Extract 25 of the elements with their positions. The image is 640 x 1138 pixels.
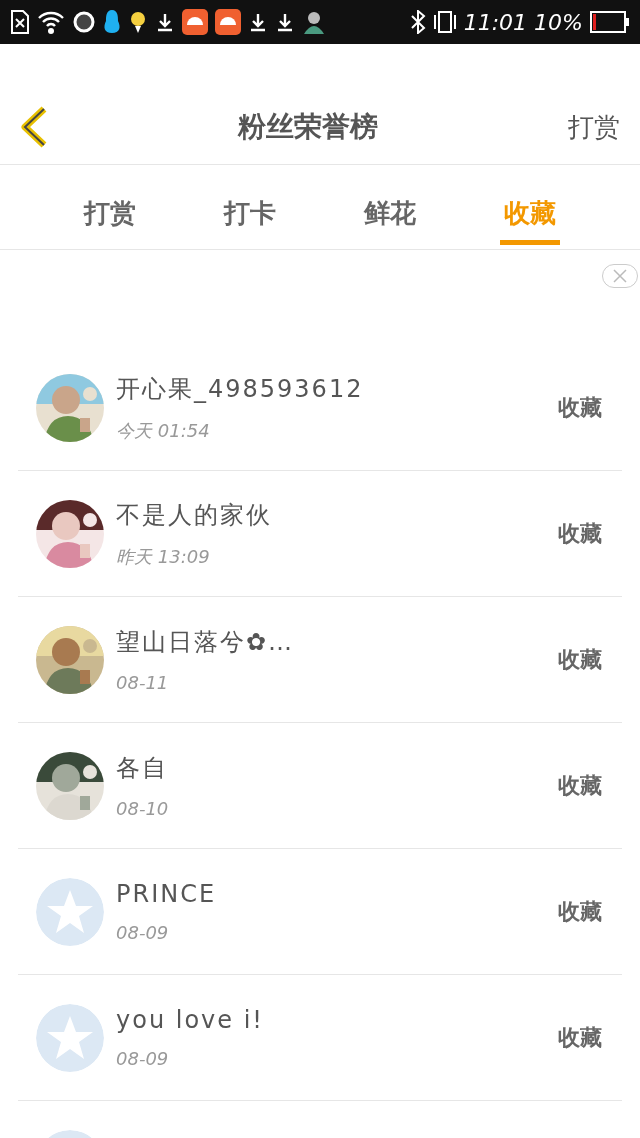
fan-time: 昨天 13:09 [116, 544, 211, 569]
reward-button[interactable]: 打赏 [568, 109, 620, 145]
fan-name: 开心果_498593612 [116, 373, 365, 405]
page-title: 粉丝荣誉榜 [236, 109, 379, 145]
fan-name: 不是人的家伙 [116, 499, 273, 531]
favorite-label[interactable]: 收藏 [558, 392, 602, 423]
fan-name: 各自 [116, 753, 169, 784]
fan-name: you love i! [116, 1006, 265, 1034]
tab[interactable]: 鲜花 [360, 165, 420, 245]
tab[interactable]: 打卡 [220, 165, 280, 245]
favorite-label[interactable]: 收藏 [558, 518, 602, 549]
favorite-label[interactable]: 收藏 [558, 770, 602, 801]
favorite-label[interactable]: 收藏 [558, 644, 602, 675]
fan-name: 望山日落兮✿… [116, 627, 296, 658]
favorite-label[interactable]: 收藏 [558, 1022, 602, 1053]
tab[interactable]: 打赏 [80, 165, 140, 245]
battery-percentage: 10% [534, 9, 583, 35]
fan-name: PRINCE [116, 880, 218, 908]
fan-time: 今天 01:54 [116, 418, 211, 443]
fan-time: 08-09 [116, 922, 170, 943]
clock-time: 11:01 [463, 9, 528, 35]
fan-time: 08-10 [116, 798, 170, 819]
fan-time: 08-09 [116, 1048, 170, 1069]
fan-time: 08-11 [116, 672, 170, 693]
favorite-label[interactable]: 收藏 [558, 896, 602, 927]
